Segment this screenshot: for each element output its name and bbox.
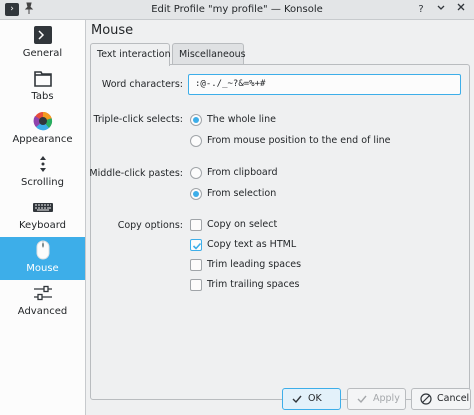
advanced-icon [33, 283, 53, 303]
main-content: Mouse Text interaction Miscellaneous Wor… [87, 20, 474, 415]
sidebar-item-label: General [22, 48, 63, 59]
option-label: From selection [207, 188, 277, 199]
title-bar: › Edit Profile "my profile" — Konsole ? [0, 0, 474, 20]
terminal-icon [33, 25, 53, 45]
tab-panel: Word characters: :@-./_~?&=%+# Triple-cl… [89, 64, 470, 400]
apply-button[interactable]: Apply [347, 388, 406, 410]
help-icon[interactable]: ? [413, 2, 429, 18]
dialog-button-bar: OK Apply Cancel [87, 380, 474, 415]
sidebar-item-label: Appearance [12, 134, 73, 145]
copy-options-label: Copy options: [117, 220, 183, 231]
option-label: From mouse position to the end of line [207, 135, 391, 146]
sidebar-item-tabs[interactable]: Tabs [0, 65, 85, 108]
mouse-icon [33, 240, 53, 260]
button-label: OK [308, 393, 322, 404]
checkbox[interactable] [190, 239, 202, 251]
radio-button[interactable] [190, 114, 202, 126]
window-title: Edit Profile "my profile" — Konsole [151, 4, 323, 15]
radio-button[interactable] [190, 188, 202, 200]
sidebar-item-label: Tabs [31, 91, 54, 102]
close-icon[interactable] [453, 2, 469, 18]
tab-text-interaction[interactable]: Text interaction [90, 43, 171, 66]
scroll-icon [33, 154, 53, 174]
button-label: Apply [373, 393, 400, 404]
tab-miscellaneous[interactable]: Miscellaneous [172, 43, 246, 65]
ok-button[interactable]: OK [282, 388, 341, 410]
cancel-icon [420, 393, 432, 405]
sidebar-item-label: Advanced [17, 306, 68, 317]
option-label: The whole line [207, 114, 276, 125]
sidebar-item-label: Keyboard [18, 220, 66, 231]
cancel-button[interactable]: Cancel [411, 388, 471, 410]
checkmark-icon [291, 393, 303, 405]
triple-click-label: Triple-click selects: [93, 114, 183, 125]
sidebar-item-mouse[interactable]: Mouse [0, 237, 85, 280]
radio-button[interactable] [190, 135, 202, 147]
page-title: Mouse [91, 23, 134, 38]
option-label: From clipboard [207, 167, 278, 178]
sidebar-item-label: Scrolling [21, 177, 64, 188]
minimize-icon[interactable] [433, 2, 449, 18]
sidebar-item-keyboard[interactable]: Keyboard [0, 194, 85, 237]
sidebar-item-advanced[interactable]: Advanced [0, 280, 85, 323]
sidebar-item-appearance[interactable]: Appearance [0, 108, 85, 151]
checkbox[interactable] [190, 279, 202, 291]
button-label: Cancel [437, 393, 470, 404]
middle-click-label: Middle-click pastes: [89, 168, 183, 179]
sidebar-item-scrolling[interactable]: Scrolling [0, 151, 85, 194]
option-label: Copy on select [207, 219, 278, 230]
word-characters-label: Word characters: [101, 79, 183, 90]
color-wheel-icon [33, 111, 53, 131]
option-label: Copy text as HTML [207, 239, 297, 250]
checkbox[interactable] [190, 219, 202, 231]
checkbox[interactable] [190, 259, 202, 271]
checkmark-icon [192, 242, 202, 250]
sidebar: General Tabs Appearance Scrolling Keyboa… [0, 20, 86, 415]
sidebar-item-general[interactable]: General [0, 22, 85, 65]
keyboard-icon [33, 197, 53, 217]
sidebar-item-label: Mouse [26, 263, 59, 274]
checkmark-icon [356, 393, 368, 405]
option-label: Trim trailing spaces [207, 279, 300, 290]
option-label: Trim leading spaces [207, 259, 302, 270]
word-characters-input[interactable]: :@-./_~?&=%+# [188, 74, 461, 95]
radio-button[interactable] [190, 167, 202, 179]
tabs-icon [33, 68, 53, 88]
